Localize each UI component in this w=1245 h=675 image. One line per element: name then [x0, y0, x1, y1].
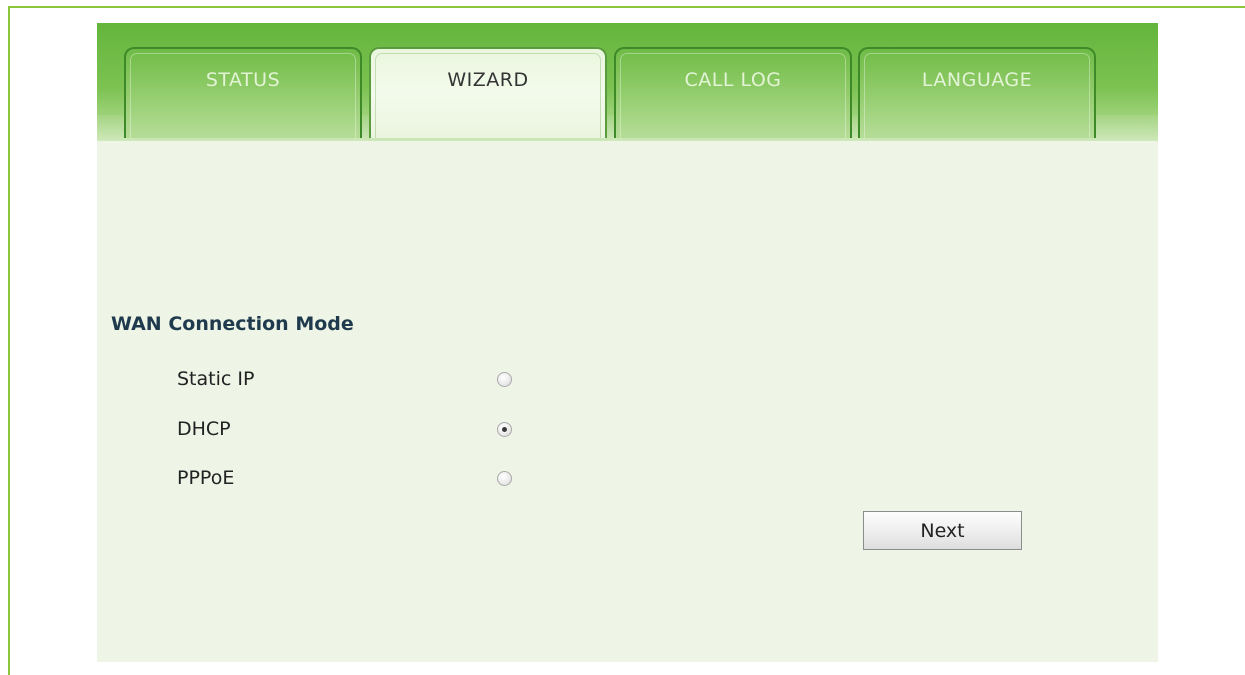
tab-border-decoration [130, 53, 356, 138]
tab-status[interactable]: STATUS [124, 47, 362, 138]
main-panel: STATUS WIZARD CALL LOG LANGUAGE WAN Conn… [97, 23, 1158, 662]
tab-wizard-label: WIZARD [447, 69, 529, 91]
pppoe-radio[interactable] [497, 470, 512, 486]
option-static-ip: Static IP [177, 364, 512, 394]
tab-language-label: LANGUAGE [921, 69, 1033, 91]
tab-status-label: STATUS [205, 69, 281, 91]
tab-border-decoration [864, 53, 1090, 138]
section-title: WAN Connection Mode [111, 313, 354, 335]
option-static-ip-label: Static IP [177, 368, 255, 390]
tab-border-decoration [375, 53, 601, 138]
dhcp-radio[interactable] [497, 421, 512, 437]
tab-call-log[interactable]: CALL LOG [614, 47, 852, 138]
tab-wizard[interactable]: WIZARD [369, 47, 607, 138]
tab-language[interactable]: LANGUAGE [858, 47, 1096, 138]
option-dhcp: DHCP [177, 414, 512, 444]
static-ip-radio[interactable] [497, 371, 512, 387]
option-pppoe: PPPoE [177, 463, 512, 493]
next-button[interactable]: Next [863, 511, 1022, 550]
option-dhcp-label: DHCP [177, 418, 231, 440]
option-pppoe-label: PPPoE [177, 467, 235, 489]
tab-bar: STATUS WIZARD CALL LOG LANGUAGE [97, 23, 1158, 141]
tab-border-decoration [620, 53, 846, 138]
tab-call-log-label: CALL LOG [684, 69, 782, 91]
